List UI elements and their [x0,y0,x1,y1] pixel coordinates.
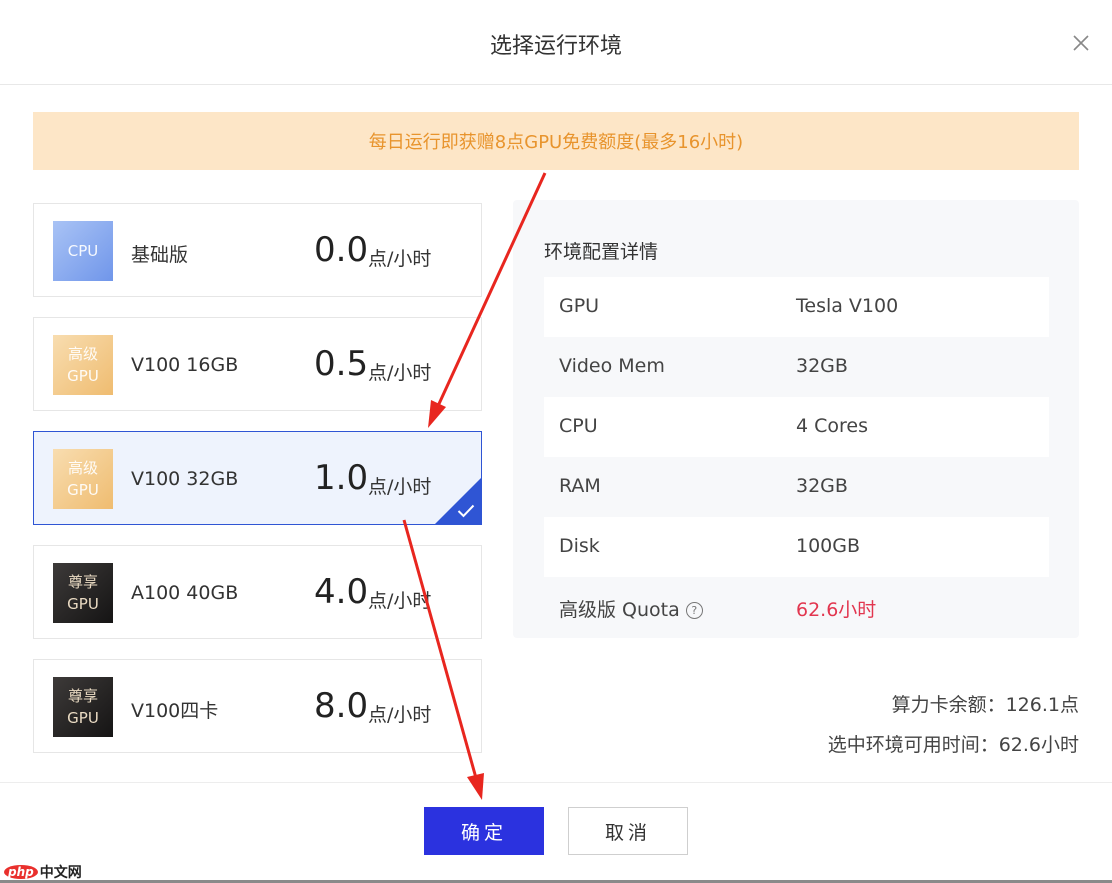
detail-row-ram: RAM 32GB [544,457,1049,517]
plan-price: 0.5 [314,344,369,384]
help-icon[interactable]: ? [685,602,703,619]
detail-value: Tesla V100 [796,295,899,317]
detail-value: 4 Cores [796,415,869,437]
badge-text: CPU [67,242,99,260]
close-icon[interactable] [1072,34,1090,52]
detail-label: RAM [559,475,601,497]
plan-price-unit: 点/小时 [368,362,432,384]
checkmark-icon [457,504,475,518]
cpu-badge-icon: CPU [53,221,113,281]
plan-option-v100-32gb[interactable]: 高级 GPU V100 32GB 1.0 点/小时 [33,431,482,525]
advanced-gpu-badge-icon: 高级 GPU [53,335,113,395]
premium-gpu-badge-icon: 尊享 GPU [53,563,113,623]
dialog-header: 选择运行环境 [0,0,1112,85]
plan-option-a100-40gb[interactable]: 尊享 GPU A100 40GB 4.0 点/小时 [33,545,482,639]
badge-text-line2: GPU [67,367,99,385]
plan-price-unit: 点/小时 [368,704,432,726]
detail-label: Video Mem [559,355,665,377]
run-environment-dialog: 选择运行环境 每日运行即获赠8点GPU免费额度(最多16小时) CPU 基础版 … [0,0,1112,883]
confirm-button[interactable]: 确定 [424,807,544,855]
plan-price-unit: 点/小时 [368,248,432,270]
detail-value: 32GB [796,355,848,377]
badge-text-line2: GPU [67,481,99,499]
balance-text: 算力卡余额：126.1点 [891,694,1079,716]
detail-row-quota: 高级版 Quota? 62.6小时 [544,577,1049,637]
plan-option-basic[interactable]: CPU 基础版 0.0 点/小时 [33,203,482,297]
badge-text-line2: GPU [67,709,99,727]
environment-detail-panel: 环境配置详情 GPU Tesla V100 Video Mem 32GB CPU… [513,200,1079,638]
plan-option-v100-16gb[interactable]: 高级 GPU V100 16GB 0.5 点/小时 [33,317,482,411]
dialog-title: 选择运行环境 [489,34,622,59]
available-time-text: 选中环境可用时间：62.6小时 [827,734,1079,756]
plan-name: V100 32GB [131,468,239,490]
detail-row-cpu: CPU 4 Cores [544,397,1049,457]
cancel-button[interactable]: 取消 [568,807,688,855]
badge-text-line1: 尊享 [67,573,98,591]
detail-label: Disk [559,535,600,557]
php-logo-icon: php [4,865,38,879]
detail-value: 32GB [796,475,848,497]
badge-text-line1: 尊享 [67,687,98,705]
watermark-logo: php 中文网 [4,862,82,882]
plan-name: 基础版 [131,244,189,266]
plan-name: V100四卡 [131,700,219,722]
plan-price-unit: 点/小时 [368,476,432,498]
badge-text-line1: 高级 [67,459,98,477]
detail-value: 100GB [796,535,861,557]
plan-price-unit: 点/小时 [368,590,432,612]
advanced-gpu-badge-icon: 高级 GPU [53,449,113,509]
detail-row-gpu: GPU Tesla V100 [544,277,1049,337]
plan-price: 0.0 [314,230,369,270]
premium-gpu-badge-icon: 尊享 GPU [53,677,113,737]
detail-row-video-mem: Video Mem 32GB [544,337,1049,397]
detail-label: GPU [559,295,600,317]
detail-title: 环境配置详情 [544,241,659,263]
badge-text-line2: GPU [67,595,99,613]
plan-price: 1.0 [314,458,369,498]
quota-label-text: 高级版 Quota [559,599,680,621]
footer-divider [0,782,1112,783]
quota-value: 62.6小时 [796,599,877,621]
detail-label: CPU [559,415,598,437]
plan-price: 4.0 [314,572,369,612]
watermark-text: 中文网 [39,865,82,881]
plan-name: A100 40GB [131,582,239,604]
plan-name: V100 16GB [131,354,239,376]
plan-option-v100-quad[interactable]: 尊享 GPU V100四卡 8.0 点/小时 [33,659,482,753]
detail-row-disk: Disk 100GB [544,517,1049,577]
detail-label: 高级版 Quota? [559,595,703,622]
free-quota-notice: 每日运行即获赠8点GPU免费额度(最多16小时) [33,112,1079,170]
badge-text-line1: 高级 [67,345,98,363]
plan-price: 8.0 [314,686,369,726]
